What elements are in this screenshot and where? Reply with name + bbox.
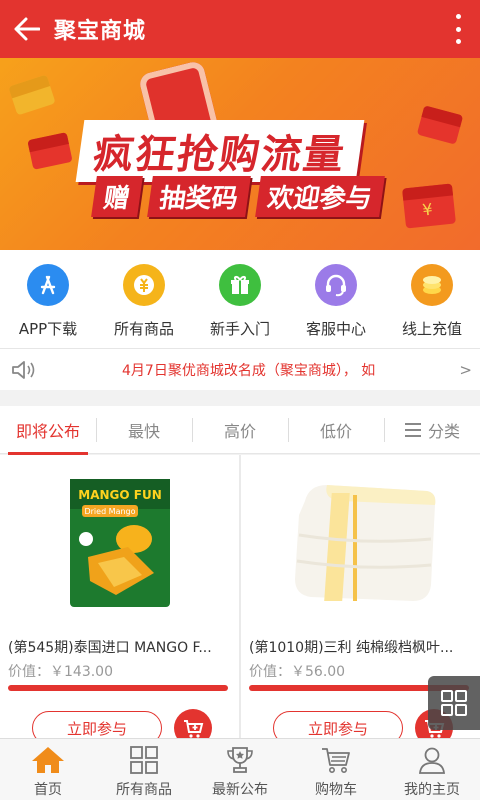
tab-low-price[interactable]: 低价: [288, 406, 384, 454]
svg-text:MANGO FUN: MANGO FUN: [78, 488, 161, 502]
tab-category-label: 分类: [427, 421, 460, 441]
product-title: (第545期)泰国进口 MANGO F...: [8, 640, 212, 656]
grid-icon: [441, 690, 467, 716]
notice-more-arrow[interactable]: >: [459, 361, 472, 379]
tab-high-price[interactable]: 高价: [192, 406, 288, 454]
tab-fastest[interactable]: 最快: [96, 406, 192, 454]
bottom-nav: 首页 所有商品 最新公布 购物车 我的主页: [0, 738, 480, 800]
nav-label: 首页: [34, 782, 62, 798]
product-value: 价值：￥56.00: [249, 664, 346, 680]
trophy-icon: [227, 747, 253, 773]
menu-lines-icon: [404, 422, 421, 437]
nav-home[interactable]: 首页: [0, 739, 96, 800]
product-title: (第1010期)三利 纯棉缎档枫叶...: [249, 640, 454, 656]
floating-grid-button[interactable]: [428, 676, 480, 730]
app-store-icon: [27, 264, 69, 306]
quick-link-label: APP下载: [18, 320, 78, 338]
notice-text: 4月7日聚优商城改名成（聚宝商城）， 如: [122, 362, 376, 379]
gift-icon: [219, 264, 261, 306]
back-arrow-icon: [14, 17, 40, 41]
product-grid: MANGO FUN Dried Mango (第545期)泰国进口 MANGO …: [0, 455, 480, 747]
quick-link-label: 客服中心: [305, 320, 366, 338]
nav-label: 最新公布: [212, 782, 268, 798]
grid-icon: [130, 746, 158, 774]
quick-link-customer-service[interactable]: 客服中心: [288, 250, 384, 348]
user-icon: [419, 747, 445, 774]
quick-link-label: 线上充值: [401, 320, 462, 338]
speaker-icon: [0, 359, 46, 381]
top-bar: 聚宝商城: [0, 0, 480, 58]
coins-icon: [411, 264, 453, 306]
quick-link-label: 新手入门: [209, 320, 270, 338]
cart-plus-icon: [184, 720, 204, 738]
quick-link-app-download[interactable]: APP下载: [0, 250, 96, 348]
banner-subline: 赠 抽奖码 欢迎参与: [91, 176, 385, 217]
red-envelope-icon: ¥: [402, 183, 456, 229]
product-image-towel: [281, 475, 441, 611]
svg-text:Dried Mango: Dried Mango: [84, 507, 135, 516]
quick-link-online-recharge[interactable]: 线上充值: [384, 250, 480, 348]
product-image-mango: MANGO FUN Dried Mango: [68, 477, 172, 609]
promo-banner[interactable]: ¥ 疯狂抢购流量 赠 抽奖码 欢迎参与: [0, 58, 480, 250]
red-envelope-icon: [8, 74, 56, 116]
progress-bar: [8, 685, 228, 691]
tab-category[interactable]: 分类: [384, 406, 480, 454]
headset-icon: [315, 264, 357, 306]
nav-label: 购物车: [315, 782, 357, 798]
nav-latest-results[interactable]: 最新公布: [192, 739, 288, 800]
quick-link-beginner-guide[interactable]: 新手入门: [192, 250, 288, 348]
home-icon: [32, 747, 64, 773]
banner-tag: 赠: [91, 176, 143, 217]
page-title: 聚宝商城: [54, 19, 147, 44]
back-button[interactable]: [0, 0, 54, 58]
quick-link-label: 所有商品: [113, 320, 174, 338]
red-envelope-icon: [416, 105, 464, 145]
money-bag-icon: [123, 264, 165, 306]
red-envelope-icon: [27, 132, 73, 170]
quick-links: APP下载 所有商品 新手入门 客服中心 线上充值: [0, 250, 480, 348]
nav-my-page[interactable]: 我的主页: [384, 739, 480, 800]
banner-tag: 抽奖码: [147, 176, 251, 217]
nav-label: 我的主页: [404, 782, 460, 798]
cart-icon: [322, 748, 350, 773]
nav-label: 所有商品: [116, 782, 172, 798]
notice-bar[interactable]: 4月7日聚优商城改名成（聚宝商城）， 如 >: [0, 348, 480, 390]
product-value: 价值：￥143.00: [8, 664, 113, 680]
banner-tag: 欢迎参与: [255, 176, 385, 217]
quick-link-all-products[interactable]: 所有商品: [96, 250, 192, 348]
banner-headline: 疯狂抢购流量: [75, 120, 365, 182]
more-menu-button[interactable]: [454, 14, 462, 44]
tab-upcoming[interactable]: 即将公布: [0, 406, 96, 455]
nav-all-products[interactable]: 所有商品: [96, 739, 192, 800]
nav-cart[interactable]: 购物车: [288, 739, 384, 800]
sort-tabs: 即将公布 最快 高价 低价 分类: [0, 406, 480, 455]
product-card[interactable]: MANGO FUN Dried Mango (第545期)泰国进口 MANGO …: [0, 455, 239, 747]
